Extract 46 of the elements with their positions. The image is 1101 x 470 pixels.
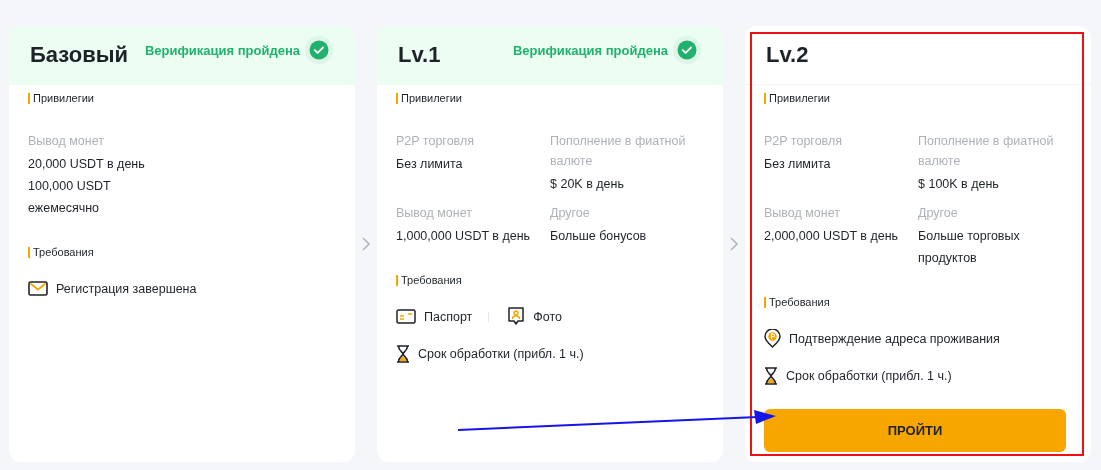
id-card-icon — [396, 309, 416, 324]
privilege-label: Пополнение в фиатной валюте — [550, 133, 687, 170]
section-label: Требования — [396, 275, 462, 286]
hourglass-icon — [764, 366, 778, 385]
privilege-value: $ 20K в день — [550, 176, 625, 193]
section-label: Привилегии — [28, 93, 94, 104]
requirement-text: Паспорт — [424, 309, 473, 324]
section-label: Требования — [28, 247, 94, 258]
level-title: Lv.2 — [766, 42, 810, 68]
privilege-value: Больше бонусов — [550, 228, 648, 245]
section-label: Привилегии — [764, 93, 830, 104]
verification-status: Верификация пройдена — [512, 42, 668, 58]
privilege-value: $ 100K в день — [918, 176, 1000, 193]
privilege-label: Пополнение в фиатной валюте — [918, 133, 1055, 170]
portrait-icon — [507, 307, 526, 326]
privilege-value: 1,000,000 USDT в день — [396, 228, 532, 245]
proceed-button[interactable]: ПРОЙТИ — [764, 409, 1066, 452]
hourglass-icon — [396, 344, 410, 363]
privilege-value: Без лимита — [396, 156, 464, 173]
privilege-label: Другое — [918, 205, 959, 222]
level-title: Базовый — [30, 42, 129, 68]
requirement-text: Срок обработки (прибл. 1 ч.) — [786, 368, 952, 383]
privilege-label: Вывод монет — [396, 205, 473, 222]
check-icon — [673, 36, 701, 64]
privilege-label: P2P торговля — [396, 133, 475, 150]
privilege-value: Без лимита — [764, 156, 832, 173]
chevron-right-icon — [362, 237, 370, 251]
privilege-value: 2,000,000 USDT в день — [764, 228, 900, 245]
privilege-label: Другое — [550, 205, 591, 222]
location-pin-icon — [764, 329, 781, 348]
level-title: Lv.1 — [398, 42, 442, 68]
requirement-text: Срок обработки (прибл. 1 ч.) — [418, 346, 584, 361]
requirement-text: Фото — [533, 309, 563, 324]
requirement-text: Регистрация завершена — [56, 281, 197, 296]
privilege-value: 20,000 USDT в день 100,000 USDT ежемесячно — [28, 156, 146, 217]
chevron-right-icon — [730, 237, 738, 251]
check-icon — [305, 36, 333, 64]
requirement-text: Подтверждение адреса проживания — [789, 331, 1000, 346]
privilege-label: P2P торговля — [764, 133, 843, 150]
verification-status: Верификация пройдена — [144, 42, 300, 58]
envelope-icon — [28, 281, 48, 296]
section-label: Привилегии — [396, 93, 462, 104]
privilege-label: Вывод монет — [764, 205, 841, 222]
section-label: Требования — [764, 297, 830, 308]
privilege-value: Больше торговых продуктов — [918, 228, 1021, 267]
privilege-label: Вывод монет — [28, 133, 105, 150]
